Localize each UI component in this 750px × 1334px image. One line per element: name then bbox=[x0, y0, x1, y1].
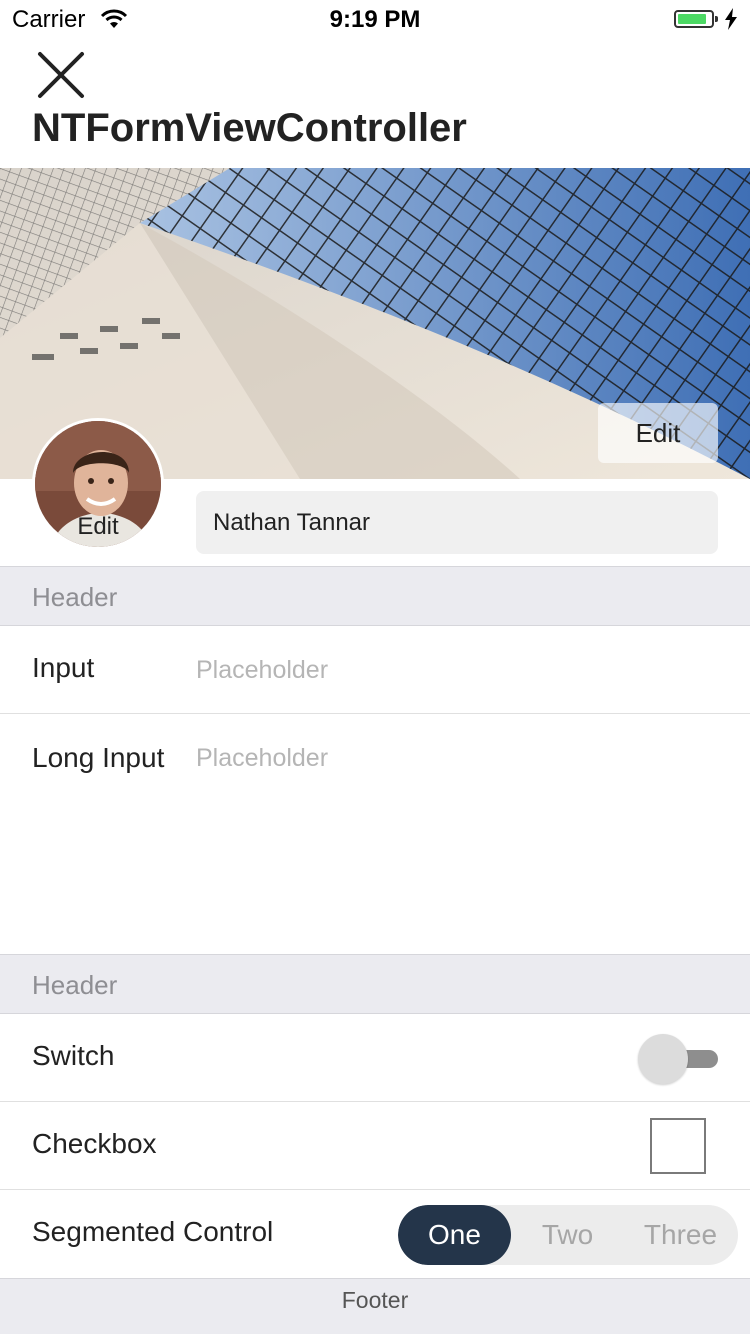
status-bar: Carrier 9:19 PM bbox=[0, 0, 750, 40]
avatar-edit-label[interactable]: Edit bbox=[35, 513, 161, 541]
switch-label: Switch bbox=[32, 1040, 115, 1071]
battery-icon bbox=[674, 10, 718, 28]
section-header: Header bbox=[0, 566, 750, 626]
segmented-row: Segmented Control One Two Three bbox=[0, 1190, 750, 1278]
section-header-label: Header bbox=[32, 582, 118, 612]
section-header: Header bbox=[0, 954, 750, 1014]
segmented-control[interactable]: One Two Three bbox=[398, 1205, 738, 1265]
input-row: Input bbox=[0, 626, 750, 714]
segment-three[interactable]: Three bbox=[624, 1205, 737, 1265]
close-icon[interactable] bbox=[36, 50, 86, 100]
checkbox-label: Checkbox bbox=[32, 1128, 157, 1159]
switch-row: Switch bbox=[0, 1014, 750, 1102]
segment-one[interactable]: One bbox=[398, 1205, 511, 1265]
segmented-label: Segmented Control bbox=[32, 1216, 274, 1247]
segment-two[interactable]: Two bbox=[511, 1205, 624, 1265]
checkbox[interactable] bbox=[650, 1118, 706, 1174]
long-input-row: Long Input bbox=[0, 714, 750, 954]
charging-bolt-icon bbox=[724, 8, 738, 35]
input-field[interactable] bbox=[196, 652, 716, 688]
avatar[interactable]: Edit bbox=[32, 418, 164, 550]
long-input-label: Long Input bbox=[32, 742, 165, 773]
footer-label: Footer bbox=[341, 1287, 409, 1313]
page-title: NTFormViewController bbox=[32, 106, 467, 150]
input-label: Input bbox=[32, 652, 95, 683]
clock-label: 9:19 PM bbox=[329, 6, 421, 33]
toggle-switch[interactable] bbox=[638, 1034, 720, 1084]
name-field[interactable] bbox=[196, 491, 718, 554]
long-input-field[interactable] bbox=[196, 744, 716, 944]
section-header-label: Header bbox=[32, 970, 118, 1000]
checkbox-row: Checkbox bbox=[0, 1102, 750, 1190]
section-footer: Footer bbox=[0, 1278, 750, 1334]
cover-edit-button[interactable]: Edit bbox=[598, 403, 718, 463]
